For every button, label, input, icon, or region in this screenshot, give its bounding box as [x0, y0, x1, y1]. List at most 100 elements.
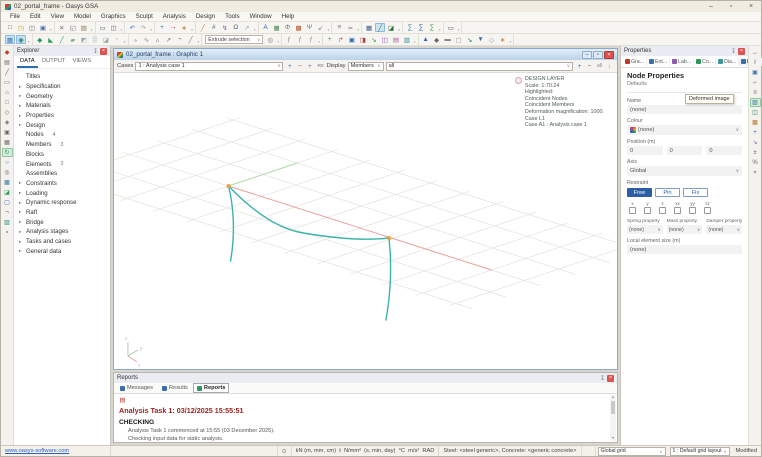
- jump-tool-icon[interactable]: ↗: [242, 23, 252, 32]
- home-view-icon[interactable]: ⌂: [2, 88, 13, 97]
- close-file-icon[interactable]: ◫: [27, 23, 37, 32]
- explorer-close-icon[interactable]: ×: [100, 48, 107, 55]
- case-select[interactable]: 1 : Analysis case 1 ∨: [135, 62, 283, 71]
- properties-close-icon[interactable]: ×: [738, 48, 745, 55]
- pointer-icon[interactable]: ∗: [179, 23, 189, 32]
- tree-item-loading[interactable]: ▸Loading: [14, 188, 110, 198]
- expand-arrow-icon[interactable]: ▸: [19, 229, 26, 235]
- scroll-up-icon[interactable]: ▲: [611, 395, 614, 400]
- tab-results[interactable]: Results: [158, 383, 192, 393]
- translate-tool-icon[interactable]: +: [325, 35, 335, 44]
- extrude-target-icon[interactable]: ◎: [265, 35, 275, 44]
- expand-arrow-icon[interactable]: ▸: [19, 248, 26, 254]
- mesh-quad-icon[interactable]: ▢: [454, 35, 464, 44]
- menu-view[interactable]: View: [46, 13, 69, 20]
- mesh-star-icon[interactable]: ∗: [498, 35, 508, 44]
- reports-close-icon[interactable]: ×: [607, 375, 614, 382]
- graphic-close-button[interactable]: ×: [604, 51, 614, 59]
- select-nodes-icon[interactable]: ◩: [79, 35, 89, 44]
- tree-item-assemblies[interactable]: Assemblies: [14, 169, 110, 179]
- tree-item-properties[interactable]: ▸Properties: [14, 111, 110, 121]
- mass-property-select[interactable]: (none)∨: [667, 225, 703, 234]
- menu-model[interactable]: Model: [69, 13, 96, 20]
- move-entity-icon[interactable]: →: [168, 23, 178, 32]
- clip-view-icon[interactable]: ⌐: [750, 78, 761, 87]
- tree-item-members[interactable]: Members3: [14, 140, 110, 150]
- remove-case-button[interactable]: −: [295, 62, 304, 71]
- mesh-diamond-icon[interactable]: ◇: [487, 35, 497, 44]
- cut-icon[interactable]: ✕: [57, 23, 67, 32]
- new-file-icon[interactable]: □: [5, 23, 15, 32]
- expand-arrow-icon[interactable]: ▸: [19, 84, 26, 90]
- tree-item-geometry[interactable]: ▸Geometry: [14, 91, 110, 101]
- tree-item-titles[interactable]: Titles: [14, 72, 110, 82]
- expand-case-button[interactable]: +: [305, 62, 314, 71]
- tree-item-constraints[interactable]: ▸Constraints: [14, 179, 110, 189]
- print-preview-icon[interactable]: ◫: [109, 23, 119, 32]
- rotate-view-icon[interactable]: ↻: [2, 148, 13, 157]
- tree-item-materials[interactable]: ▸Materials: [14, 101, 110, 111]
- pin-icon[interactable]: ↧: [600, 375, 605, 382]
- select-members-icon[interactable]: ◪: [101, 35, 111, 44]
- menu-help[interactable]: Help: [277, 13, 300, 20]
- tree-item-bridge[interactable]: ▸Bridge: [14, 217, 110, 227]
- add-curve-icon[interactable]: ∿: [142, 35, 152, 44]
- select-cases-icon[interactable]: ▫: [112, 35, 122, 44]
- spring-property-select[interactable]: (none)∨: [627, 225, 663, 234]
- window-minimize-button[interactable]: –: [705, 3, 717, 10]
- restraint-fix-button[interactable]: Fix: [683, 188, 708, 197]
- menu-tools[interactable]: Tools: [220, 13, 244, 20]
- damper-property-select[interactable]: (none)∨: [706, 225, 742, 234]
- sum-dynamic-icon[interactable]: ∑: [416, 23, 426, 32]
- text-cursor-icon[interactable]: I: [750, 58, 761, 67]
- sculpt-nodes-icon[interactable]: ◆: [35, 35, 45, 44]
- dof-checkbox-x[interactable]: [629, 207, 636, 214]
- contour-display-icon[interactable]: ◫: [750, 108, 761, 117]
- draw-tool-icon[interactable]: ╱: [2, 68, 13, 77]
- scale-tool-icon[interactable]: ↘: [369, 35, 379, 44]
- pattern-tool-icon[interactable]: ▧: [2, 218, 13, 227]
- filter-select[interactable]: all ∨: [386, 62, 573, 71]
- grid-display-icon[interactable]: ▩: [750, 118, 761, 127]
- extrude-arrow-icon[interactable]: ↗: [164, 35, 174, 44]
- copy-icon[interactable]: ◱: [68, 23, 78, 32]
- all-views-button[interactable]: all: [595, 62, 604, 71]
- dof-checkbox-xx[interactable]: [674, 207, 681, 214]
- menu-analysis[interactable]: Analysis: [158, 13, 191, 20]
- mesh-bar-icon[interactable]: ▬: [443, 35, 453, 44]
- tree-item-general-data[interactable]: ▸General data: [14, 246, 110, 256]
- split-tool-icon[interactable]: ¬: [175, 35, 185, 44]
- tree-item-blocks[interactable]: Blocks: [14, 150, 110, 160]
- image-view-icon[interactable]: ▦: [272, 23, 282, 32]
- menu-file[interactable]: File: [5, 13, 25, 20]
- sum-results-icon[interactable]: ∑: [427, 23, 437, 32]
- tab-dia[interactable]: Dia...: [716, 58, 739, 66]
- mirror-tool-icon[interactable]: ▣: [347, 35, 357, 44]
- expand-arrow-icon[interactable]: ▸: [19, 93, 26, 99]
- remove-view-button[interactable]: −: [585, 62, 594, 71]
- menu-design[interactable]: Design: [191, 13, 220, 20]
- mesh-skew-icon[interactable]: ↘: [465, 35, 475, 44]
- tree-item-tasks-and-cases[interactable]: ▸Tasks and cases: [14, 237, 110, 247]
- modify-prop-3-icon[interactable]: ƒ: [306, 35, 316, 44]
- graphic-minimize-button[interactable]: −: [582, 51, 592, 59]
- expand-arrow-icon[interactable]: ▸: [19, 180, 26, 186]
- zoom-tool-icon[interactable]: ○: [2, 158, 13, 167]
- tab-data[interactable]: DATA: [17, 56, 38, 68]
- pin-icon[interactable]: ↧: [93, 48, 98, 55]
- dot-tool-icon[interactable]: ∘: [2, 228, 13, 237]
- modify-prop-1-icon[interactable]: ƒ: [284, 35, 294, 44]
- reports-scrollbar[interactable]: ▲ ▼: [610, 395, 616, 441]
- graphic-maximize-button[interactable]: ▫: [593, 51, 603, 59]
- gear-icon[interactable]: ⊙: [282, 448, 287, 455]
- rotation-badge[interactable]: R0: [316, 64, 324, 69]
- menu-graphics[interactable]: Graphics: [96, 13, 131, 20]
- menu-window[interactable]: Window: [245, 13, 277, 20]
- display-select[interactable]: Members ∨: [348, 62, 384, 71]
- tab-reports[interactable]: Reports: [193, 383, 230, 393]
- pan-view-icon[interactable]: +: [750, 128, 761, 137]
- tab-output[interactable]: OUTPUT: [39, 56, 69, 68]
- menu-edit[interactable]: Edit: [25, 13, 46, 20]
- snap-icon[interactable]: #: [209, 23, 219, 32]
- window-maximize-button[interactable]: ▫: [725, 3, 737, 10]
